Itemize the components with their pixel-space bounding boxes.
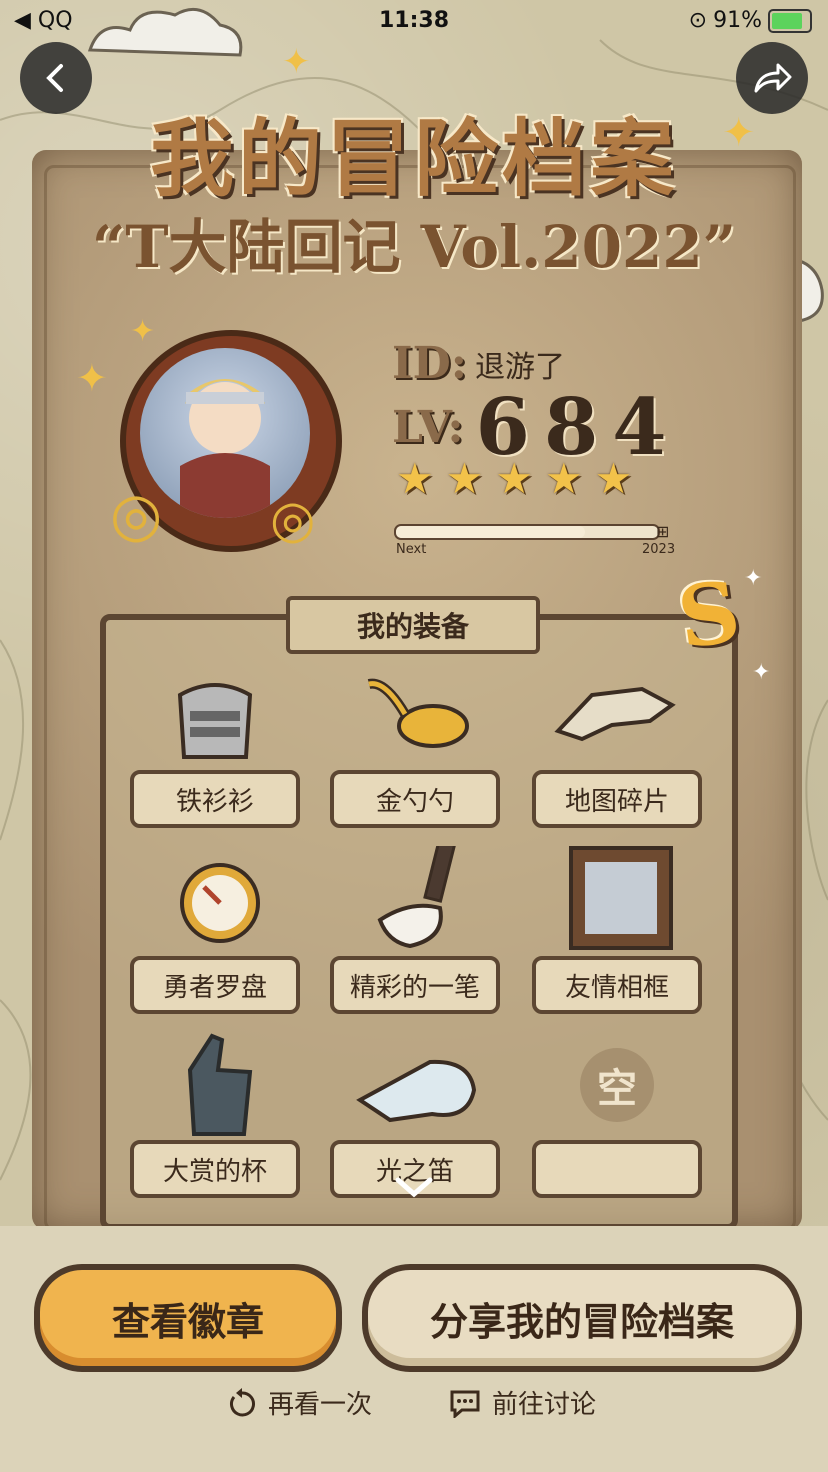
star-icon: ★ [445,454,484,503]
level-progress-bar [394,524,660,540]
equipment-label: 勇者罗盘 [130,956,300,1014]
compass-icon [150,846,280,956]
sparkle-icon: ✦ [752,660,771,685]
page-title: 我的冒险档案 [149,109,678,208]
progress-end-label: 2023 [642,542,676,557]
sparkle-icon: ✦ [282,42,311,82]
battery-icon [768,8,812,33]
equipment-label: 大赏的杯 [130,1140,300,1198]
chat-bubble-icon [450,1390,480,1418]
empty-slot-icon: 空 [552,1030,682,1140]
whistle-icon [350,1030,480,1140]
plus-icon: ⊞ [656,522,670,541]
equipment-item[interactable]: 勇者罗盘 [130,846,300,1022]
equipment-item[interactable]: 大赏的杯 [130,1030,300,1206]
equipment-slot-empty[interactable]: 空 [532,1030,702,1206]
equipment-item[interactable]: 铁衫衫 [130,660,300,836]
battery-percent: 91% [713,8,762,33]
star-icon: ★ [396,454,434,503]
progress-start-label: Next [396,542,427,557]
user-id-value: 退游了 [474,349,565,385]
share-arrow-icon [754,63,792,93]
level-progress-fill [396,526,585,538]
star-icon: ★ [544,454,583,503]
sparkle-icon: ✦ [130,314,156,349]
golden-spoon-icon [350,660,480,770]
equipment-label: 地图碎片 [532,770,702,828]
replay-label: 再看一次 [268,1390,373,1420]
equipment-item[interactable]: 地图碎片 [532,660,702,836]
equipment-item[interactable]: 精彩的一笔 [330,846,500,1022]
equipment-label: 精彩的一笔 [330,956,500,1014]
sparkle-icon: ✦ [76,356,108,400]
discuss-link[interactable]: 前往讨论 [448,1384,596,1421]
page-subtitle: “T大陆回记 Vol.2022” [91,213,737,281]
equipment-label [532,1140,702,1198]
equipment-item[interactable]: 金勺勺 [330,660,500,836]
chevron-left-icon [46,64,63,92]
chevron-down-icon[interactable] [394,1176,434,1200]
brush-icon [350,846,480,956]
gold-coin-icon: ◎ [270,490,316,550]
equipment-title: 我的装备 [286,596,540,654]
thumbs-up-icon [150,1030,280,1140]
replay-link[interactable]: 再看一次 [226,1384,372,1421]
gold-coin-icon: ◎ [110,480,163,550]
star-rating: ★ ★ ★ ★ ★ [396,458,632,500]
equipment-label: 铁衫衫 [130,770,300,828]
discuss-label: 前往讨论 [492,1390,597,1420]
replay-icon [230,1387,255,1416]
star-icon: ★ [594,454,633,503]
armor-icon [150,660,280,770]
photo-frame-icon [552,846,682,956]
cloud-decoration [87,7,243,57]
sparkle-icon: ✦ [744,566,763,591]
view-badges-button[interactable]: 查看徽章 [34,1264,342,1372]
map-fragment-icon [552,660,682,770]
empty-slot-text: 空 [580,1048,654,1122]
avatar: ◎ ◎ [110,330,350,560]
equipment-label: 友情相框 [532,956,702,1014]
share-profile-button[interactable]: 分享我的冒险档案 [362,1264,802,1372]
equipment-label: 金勺勺 [330,770,500,828]
level-key: LV: [392,402,464,453]
equipment-item[interactable]: 友情相框 [532,846,702,1022]
orientation-lock-icon: ⊙ [688,8,708,33]
star-icon: ★ [495,454,533,503]
